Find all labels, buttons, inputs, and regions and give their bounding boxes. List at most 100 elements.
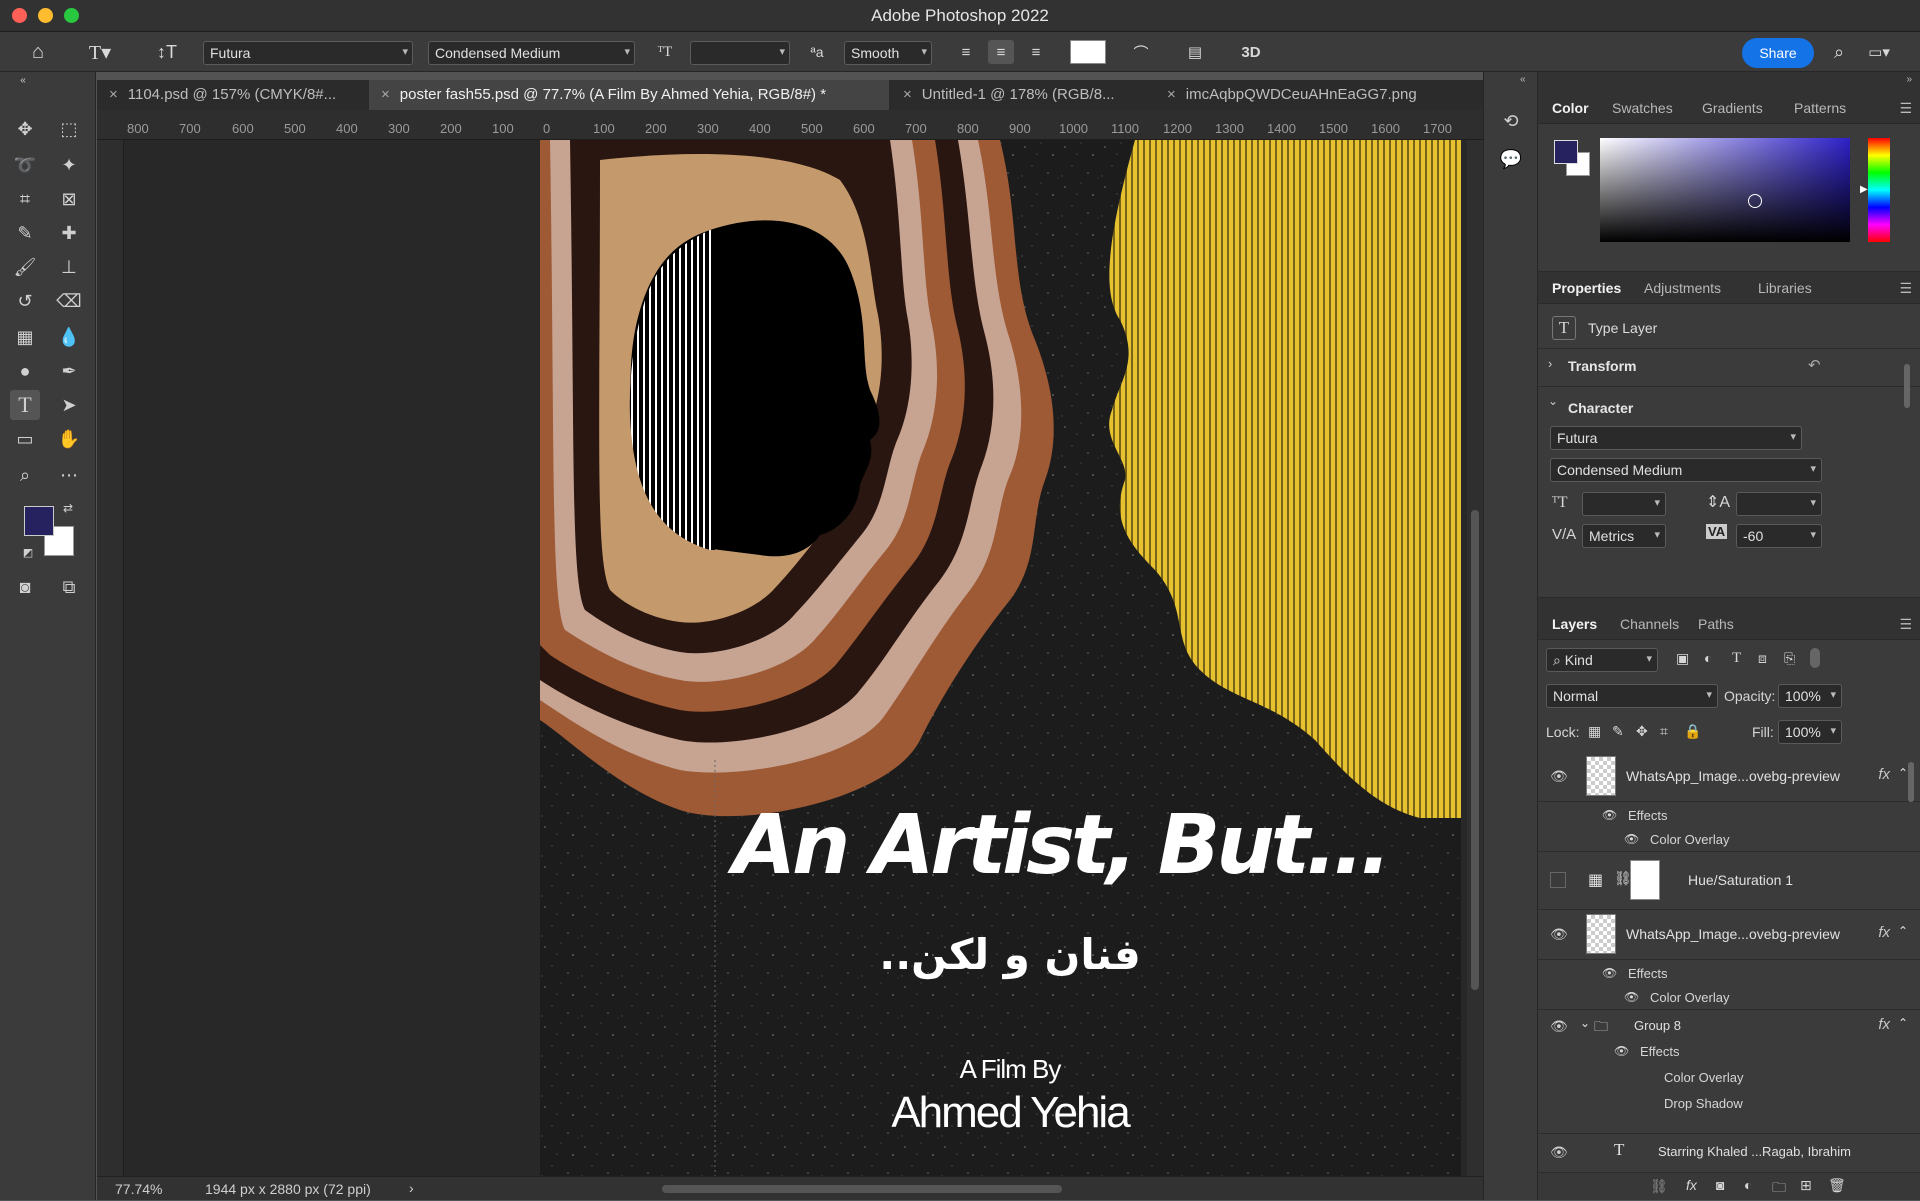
layer-row[interactable]: ▦ ⛓ Hue/Saturation 1 — [1538, 852, 1920, 910]
character-font-style-select[interactable]: Condensed Medium ▾ — [1550, 458, 1822, 482]
filter-shape-icon[interactable]: ⧈ — [1758, 650, 1767, 667]
visibility-toggle-empty[interactable] — [1550, 872, 1566, 888]
eye-icon[interactable]: 👁 — [1624, 990, 1639, 1004]
quick-mask-icon[interactable]: ◙ — [10, 572, 40, 602]
close-tab-icon[interactable]: × — [381, 86, 390, 103]
eye-icon[interactable]: 👁 — [1550, 926, 1568, 943]
eraser-tool-icon[interactable]: ⌫ — [54, 286, 84, 316]
fill-field[interactable]: 100% ▾ — [1778, 720, 1842, 744]
lock-artboard-icon[interactable]: ⌗ — [1660, 723, 1668, 740]
eye-icon[interactable]: 👁 — [1550, 1144, 1568, 1161]
tab-layers[interactable]: Layers — [1552, 616, 1597, 632]
eye-icon[interactable]: 👁 — [1614, 1044, 1629, 1058]
delete-layer-icon[interactable]: 🗑 — [1828, 1177, 1846, 1194]
character-leading-field[interactable]: ▾ — [1736, 492, 1822, 516]
filter-adjustment-icon[interactable]: ◐ — [1704, 650, 1712, 666]
eyedropper-tool-icon[interactable]: ✎ — [10, 218, 40, 248]
zoom-tool-icon[interactable]: ⌕ — [10, 460, 40, 490]
type-tool-icon[interactable]: T — [10, 390, 40, 420]
align-right-icon[interactable]: ≡ — [1024, 40, 1048, 64]
home-icon[interactable]: ⌂ — [24, 40, 52, 64]
layer-row[interactable]: 👁 WhatsApp_Image...ovebg-preview fx ⌃ — [1538, 910, 1920, 960]
text-color-swatch[interactable] — [1070, 40, 1106, 64]
history-panel-icon[interactable]: ⟲ — [1496, 106, 1526, 136]
tab-swatches[interactable]: Swatches — [1612, 100, 1673, 116]
character-font-family-select[interactable]: Futura ▾ — [1550, 426, 1802, 450]
eye-icon[interactable]: 👁 — [1624, 832, 1639, 846]
layer-mask-thumbnail[interactable] — [1630, 860, 1660, 900]
swap-colors-icon[interactable]: ⇄ — [60, 500, 76, 516]
move-tool-icon[interactable]: ✥ — [10, 114, 40, 144]
font-family-select[interactable]: Futura ▾ — [203, 41, 413, 65]
canvas-vertical-scrollbar[interactable] — [1467, 140, 1483, 1176]
character-panel-icon[interactable]: ▤ — [1182, 40, 1208, 64]
layer-row[interactable]: 👁 T Starring Khaled ...Ragab, Ibrahim — [1538, 1134, 1920, 1172]
pen-tool-icon[interactable]: ✒ — [54, 356, 84, 386]
type-tool-preset-icon[interactable]: T▾ — [80, 40, 120, 64]
frame-tool-icon[interactable]: ⊠ — [54, 184, 84, 214]
hue-slider[interactable] — [1868, 138, 1890, 242]
hand-tool-icon[interactable]: ✋ — [54, 424, 84, 454]
poster-canvas[interactable]: An Artist, But... ..فنان و لكن A Film By… — [540, 140, 1461, 1176]
effect-name[interactable]: Color Overlay — [1650, 990, 1729, 1005]
horizontal-scrollbar[interactable] — [662, 1185, 1062, 1193]
crop-tool-icon[interactable]: ⌗ — [10, 184, 40, 214]
character-section-header[interactable]: Character — [1568, 400, 1633, 416]
add-mask-icon[interactable]: ◙ — [1716, 1177, 1724, 1193]
tab-document-1[interactable]: × 1104.psd @ 157% (CMYK/8#... — [97, 80, 365, 110]
new-group-icon[interactable]: 🗀 — [1772, 1177, 1786, 1201]
comments-panel-icon[interactable]: 💬 — [1496, 144, 1526, 174]
effect-name[interactable]: Color Overlay — [1664, 1070, 1743, 1085]
panel-menu-icon[interactable]: ☰ — [1899, 100, 1912, 117]
blur-tool-icon[interactable]: 💧 — [54, 322, 84, 352]
foreground-color-swatch[interactable] — [24, 506, 54, 536]
color-field[interactable] — [1600, 138, 1850, 242]
eye-icon[interactable]: 👁 — [1602, 966, 1617, 980]
warp-text-icon[interactable]: ⌒ — [1128, 40, 1154, 64]
workspace-icon[interactable]: ▭▾ — [1864, 40, 1894, 64]
magic-wand-tool-icon[interactable]: ✦ — [54, 150, 84, 180]
new-layer-icon[interactable]: ⊞ — [1800, 1177, 1812, 1194]
opacity-field[interactable]: 100% ▾ — [1778, 684, 1842, 708]
close-tab-icon[interactable]: × — [903, 86, 912, 103]
history-brush-tool-icon[interactable]: ↺ — [10, 286, 40, 316]
character-kerning-select[interactable]: Metrics ▾ — [1582, 524, 1666, 548]
filter-pixel-icon[interactable]: ▣ — [1676, 650, 1689, 667]
chevron-right-icon[interactable]: › — [1548, 356, 1552, 371]
align-center-icon[interactable]: ≡ — [988, 40, 1014, 64]
align-left-icon[interactable]: ≡ — [954, 40, 978, 64]
default-colors-icon[interactable]: ◩ — [20, 544, 36, 560]
antialias-select[interactable]: Smooth ▾ — [844, 41, 932, 65]
layer-filter-kind-select[interactable]: ⌕ Kind ▾ — [1546, 648, 1658, 672]
transform-section-header[interactable]: Transform — [1568, 358, 1636, 374]
character-tracking-field[interactable]: -60 ▾ — [1736, 524, 1822, 548]
status-menu-icon[interactable]: › — [409, 1180, 414, 1196]
lasso-tool-icon[interactable]: ➰ — [10, 150, 40, 180]
tab-properties[interactable]: Properties — [1552, 280, 1621, 296]
brush-tool-icon[interactable]: 🖌 — [10, 252, 40, 282]
filter-toggle[interactable] — [1810, 648, 1820, 668]
more-tools-icon[interactable]: ⋯ — [54, 460, 84, 490]
fx-icon[interactable]: fx — [1878, 924, 1890, 941]
dodge-tool-icon[interactable]: ● — [10, 356, 40, 386]
tab-paths[interactable]: Paths — [1698, 616, 1734, 632]
close-tab-icon[interactable]: × — [1167, 86, 1176, 103]
tab-document-2[interactable]: × poster fash55.psd @ 77.7% (A Film By Ah… — [369, 80, 889, 110]
rectangle-tool-icon[interactable]: ▭ — [10, 424, 40, 454]
collapse-effects-icon[interactable]: ⌃ — [1898, 924, 1908, 938]
add-layer-style-icon[interactable]: fx — [1686, 1177, 1697, 1193]
chevron-down-icon[interactable]: ⌄ — [1580, 1016, 1590, 1030]
gradient-tool-icon[interactable]: ▦ — [10, 322, 40, 352]
zoom-level[interactable]: 77.74% — [115, 1181, 162, 1197]
collapse-effects-icon[interactable]: ⌃ — [1898, 766, 1908, 780]
new-adjustment-layer-icon[interactable]: ◐ — [1744, 1177, 1752, 1193]
reset-transform-icon[interactable]: ↶ — [1808, 356, 1821, 374]
tab-gradients[interactable]: Gradients — [1702, 100, 1763, 116]
healing-brush-tool-icon[interactable]: ✚ — [54, 218, 84, 248]
blend-mode-select[interactable]: Normal ▾ — [1546, 684, 1718, 708]
clone-stamp-tool-icon[interactable]: ⊥ — [54, 252, 84, 282]
color-picker-cursor[interactable] — [1748, 194, 1762, 208]
toggle-text-orientation-icon[interactable]: ↕T — [154, 40, 180, 64]
tab-document-3[interactable]: × Untitled-1 @ 178% (RGB/8... — [891, 80, 1151, 110]
link-layers-icon[interactable]: ⛓ — [1650, 1178, 1668, 1195]
